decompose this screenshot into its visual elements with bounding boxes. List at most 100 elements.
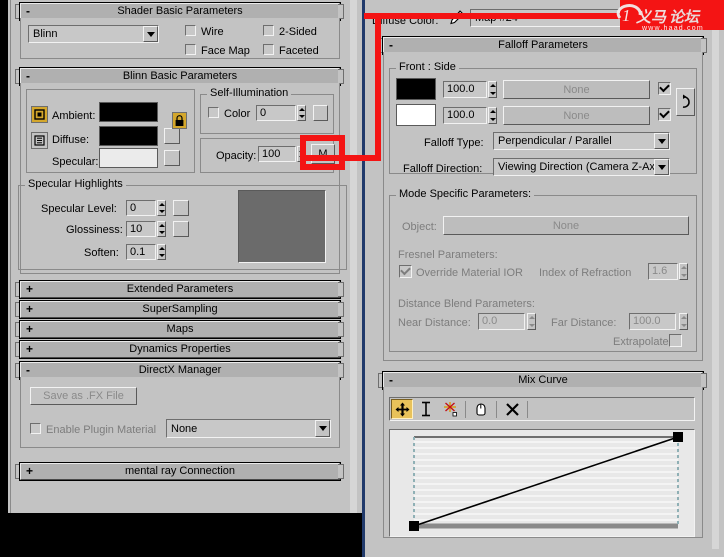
label-opacity: Opacity: xyxy=(216,150,257,162)
save-as-fx-file-button[interactable]: Save as .FX File xyxy=(30,387,137,405)
rollout-header-mental-ray-connection[interactable]: + mental ray Connection xyxy=(19,462,341,481)
rollout-toggle-maps[interactable]: + xyxy=(26,322,33,336)
self-illumination-map-button[interactable] xyxy=(313,105,328,121)
ambient-color-swatch[interactable] xyxy=(99,102,158,122)
label-specular-level: Specular Level: xyxy=(41,203,117,215)
falloff-type-combo[interactable]: Perpendicular / Parallel xyxy=(493,132,670,150)
rollout-header-supersampling[interactable]: + SuperSampling xyxy=(19,300,341,319)
label-enable-plugin-material: Enable Plugin Material xyxy=(46,424,157,436)
checkbox-enable-plugin-material[interactable] xyxy=(30,423,41,434)
move-keys-tool[interactable] xyxy=(391,399,413,419)
label-soften: Soften: xyxy=(84,247,119,259)
left-panel-scrollbar-track[interactable] xyxy=(350,0,357,513)
front-map-button[interactable]: None xyxy=(503,80,650,99)
diffuse-lock-toggle-icon[interactable] xyxy=(172,112,187,129)
index-of-refraction-field[interactable]: 1.6 xyxy=(648,263,678,280)
checkbox-override-material-ior[interactable] xyxy=(399,265,412,278)
side-amount-spinner[interactable] xyxy=(488,107,497,124)
specular-level-field[interactable]: 0 xyxy=(126,200,156,216)
plugin-material-combo[interactable]: None xyxy=(166,419,331,438)
checkbox-extrapolate[interactable] xyxy=(669,334,682,347)
side-map-button[interactable]: None xyxy=(503,106,650,125)
rollout-pin-right xyxy=(338,363,344,378)
scale-vertical-icon xyxy=(422,401,430,417)
rollout-toggle-dynamics-properties[interactable]: + xyxy=(26,342,33,356)
chevron-down-icon[interactable] xyxy=(654,159,669,175)
glossiness-map-button[interactable] xyxy=(173,221,189,237)
chevron-down-icon[interactable] xyxy=(315,420,330,437)
toolbar-separator xyxy=(496,400,497,418)
checkbox-wire[interactable] xyxy=(185,25,196,36)
self-illumination-spinner[interactable] xyxy=(297,105,306,121)
checkbox-face-map[interactable] xyxy=(185,44,196,55)
toolbar-separator xyxy=(465,400,466,418)
checkbox-2-sided[interactable] xyxy=(263,25,274,36)
rollout-header-extended-parameters[interactable]: + Extended Parameters xyxy=(19,280,341,299)
index-of-refraction-spinner[interactable] xyxy=(679,263,688,280)
label-index-of-refraction: Index of Refraction xyxy=(539,267,632,279)
scale-keys-tool[interactable] xyxy=(415,399,437,419)
specular-curve-preview xyxy=(238,190,326,263)
specular-level-map-button[interactable] xyxy=(173,200,189,216)
far-distance-spinner[interactable] xyxy=(679,313,688,330)
rollout-toggle-supersampling[interactable]: + xyxy=(26,302,33,316)
diffuse-specular-lock-icon[interactable] xyxy=(31,132,48,149)
add-point-star-icon xyxy=(443,402,457,417)
soften-spinner[interactable] xyxy=(157,244,166,260)
rollout-toggle-mix-curve[interactable]: - xyxy=(389,373,393,387)
label-face-map: Face Map xyxy=(201,45,250,57)
near-distance-field[interactable]: 0.0 xyxy=(478,313,525,330)
self-illumination-value-field[interactable]: 0 xyxy=(256,105,296,121)
rollout-toggle-extended-parameters[interactable]: + xyxy=(26,282,33,296)
falloff-direction-combo[interactable]: Viewing Direction (Camera Z-Axis) xyxy=(493,158,670,176)
right-panel-scrollbar-track[interactable] xyxy=(712,0,719,549)
diffuse-map-button[interactable] xyxy=(164,128,180,144)
front-amount-spinner[interactable] xyxy=(488,81,497,98)
move-cross-arrows-icon xyxy=(395,402,409,416)
front-amount-field[interactable]: 100.0 xyxy=(443,81,487,98)
pan-tool[interactable] xyxy=(470,399,492,419)
rollout-title-directx-manager: DirectX Manager xyxy=(138,364,222,376)
opacity-map-button[interactable]: M xyxy=(311,144,335,164)
specular-color-swatch[interactable] xyxy=(99,148,158,168)
label-self-illumination-color: Color xyxy=(224,108,251,120)
object-pick-button[interactable]: None xyxy=(443,216,689,235)
far-distance-field[interactable]: 100.0 xyxy=(629,313,676,330)
chevron-down-icon[interactable] xyxy=(143,26,158,42)
checkbox-front-map-enable[interactable] xyxy=(658,82,671,95)
label-diffuse: Diffuse: xyxy=(52,134,90,146)
near-distance-spinner[interactable] xyxy=(527,313,536,330)
label-distance-blend-parameters: Distance Blend Parameters: xyxy=(398,298,535,310)
rollout-toggle-mental-ray-connection[interactable]: + xyxy=(26,464,33,478)
lock-open-glyph xyxy=(34,135,45,146)
soften-field[interactable]: 0.1 xyxy=(126,244,156,260)
checkbox-self-illumination-color[interactable] xyxy=(208,107,219,118)
glossiness-field[interactable]: 10 xyxy=(126,221,156,237)
rollout-title-blinn-basic: Blinn Basic Parameters xyxy=(122,70,238,82)
rollout-header-dynamics-properties[interactable]: + Dynamics Properties xyxy=(19,340,341,359)
checkbox-side-map-enable[interactable] xyxy=(658,108,671,121)
opacity-value-field[interactable]: 100 xyxy=(258,146,296,162)
front-color-swatch[interactable] xyxy=(396,78,436,100)
side-color-swatch[interactable] xyxy=(396,104,436,126)
rollout-toggle-falloff-parameters[interactable]: - xyxy=(389,38,393,52)
rollout-header-maps[interactable]: + Maps xyxy=(19,320,341,339)
specular-highlights-title: Specular Highlights xyxy=(25,179,126,190)
chevron-down-icon[interactable] xyxy=(654,133,669,149)
glossiness-spinner[interactable] xyxy=(157,221,166,237)
swap-colors-button[interactable] xyxy=(676,88,695,116)
specular-level-spinner[interactable] xyxy=(157,200,166,216)
add-point-tool[interactable] xyxy=(439,399,461,419)
shader-type-combo[interactable]: Blinn xyxy=(28,25,159,43)
rollout-toggle-directx-manager[interactable]: - xyxy=(26,363,30,377)
mix-curve-graph[interactable] xyxy=(389,429,695,537)
delete-point-tool[interactable] xyxy=(501,399,523,419)
specular-map-button[interactable] xyxy=(164,150,180,166)
ambient-diffuse-lock-icon[interactable] xyxy=(31,106,48,123)
checkbox-faceted[interactable] xyxy=(263,44,274,55)
side-amount-field[interactable]: 100.0 xyxy=(443,107,487,124)
swap-arrow-icon xyxy=(682,94,690,108)
rollout-toggle-shader-basic[interactable]: - xyxy=(26,4,30,18)
diffuse-color-swatch[interactable] xyxy=(99,126,158,146)
rollout-toggle-blinn-basic[interactable]: - xyxy=(26,69,30,83)
